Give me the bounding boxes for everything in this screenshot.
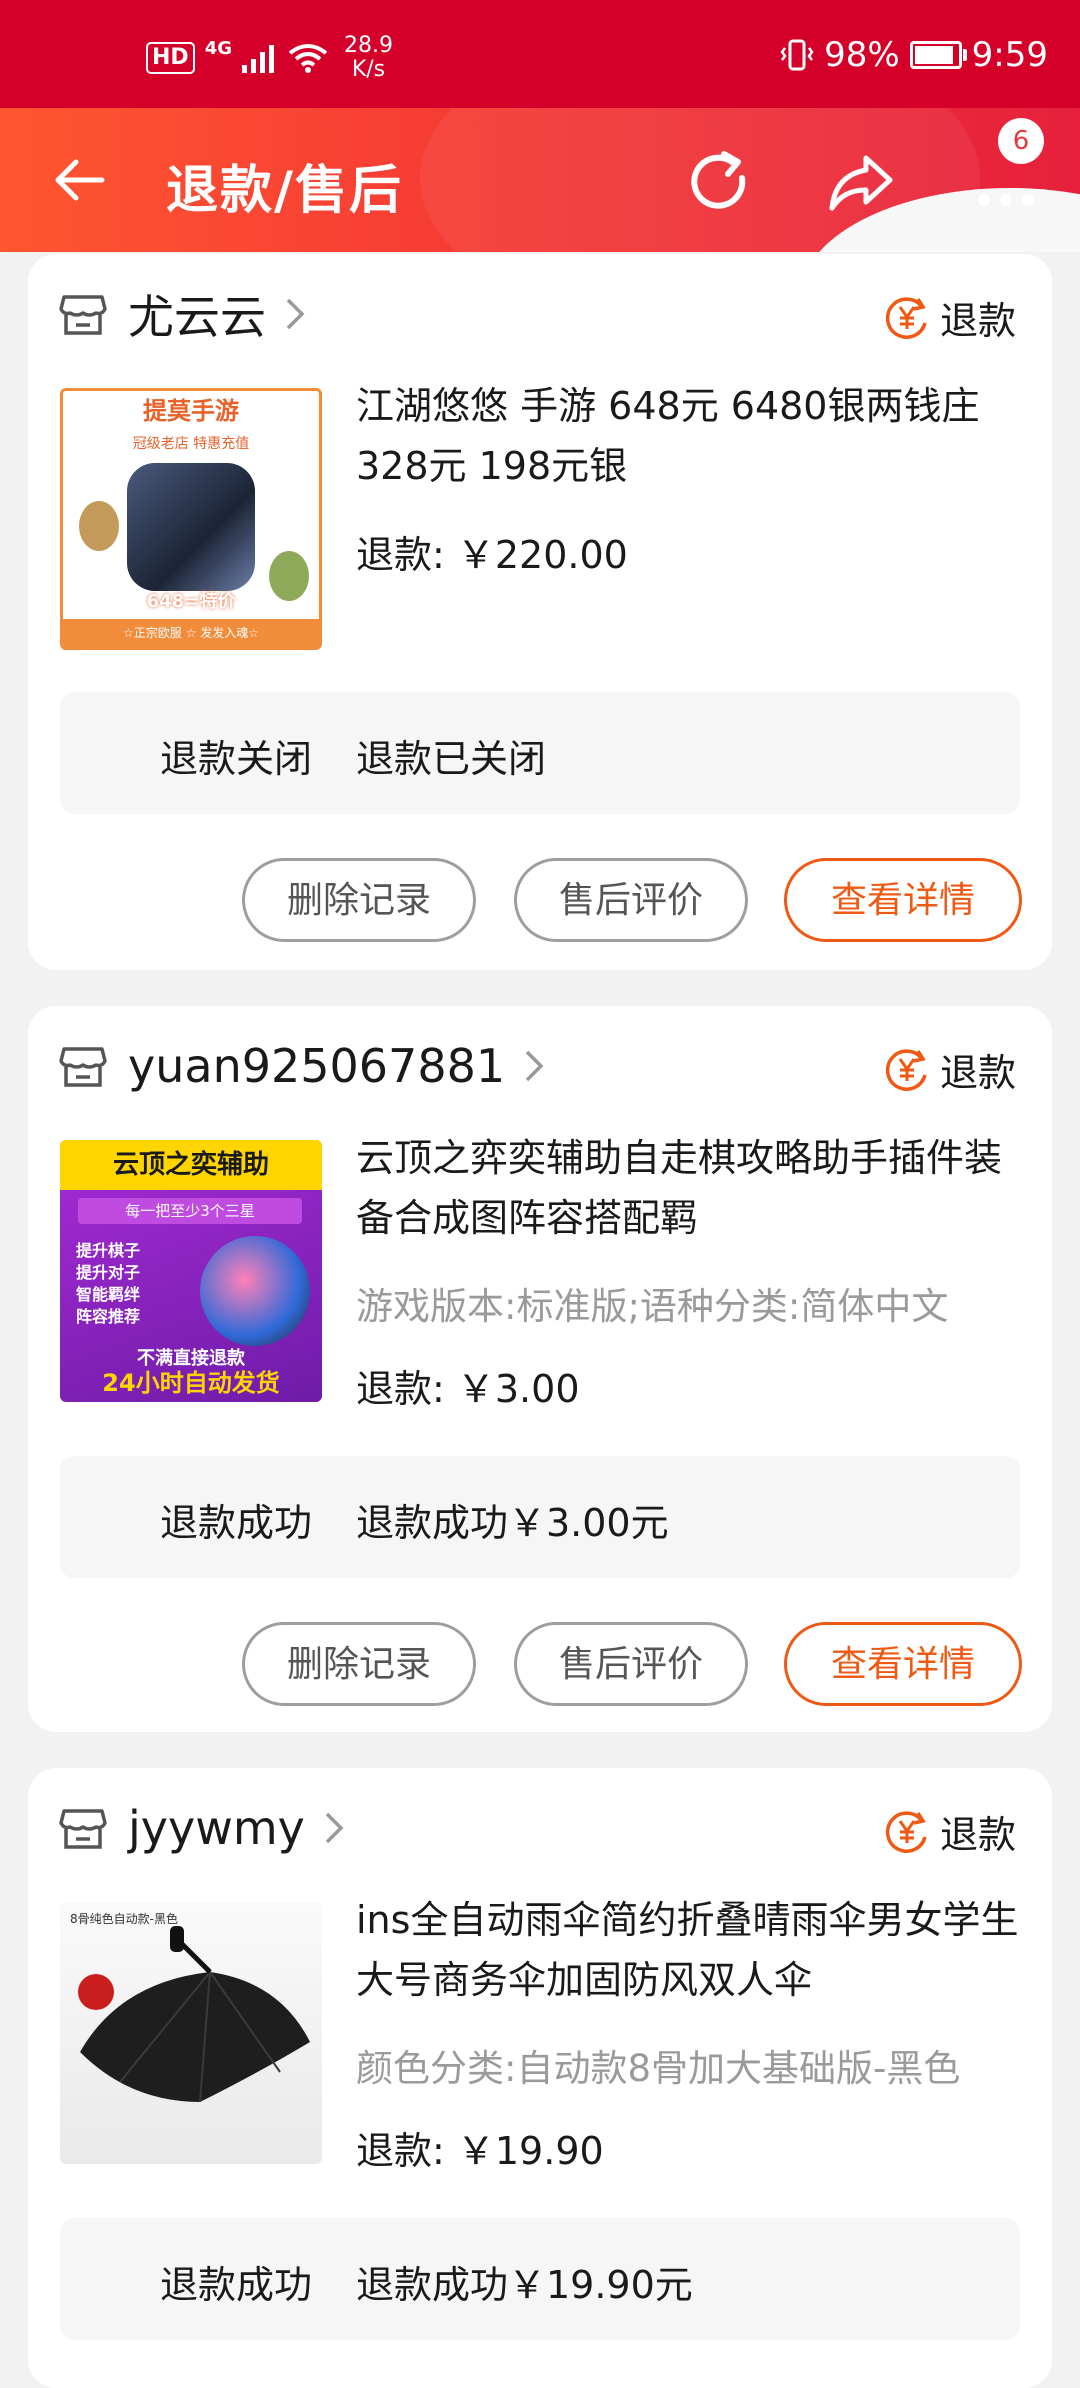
refund-info-box: 退款成功 退款成功￥3.00元: [60, 1456, 1020, 1578]
network-type: 4G: [204, 37, 232, 59]
shop-icon: [59, 1809, 107, 1849]
umbrella-illustration: [78, 1926, 310, 2103]
battery-percent: 98%: [824, 35, 900, 75]
delete-record-button[interactable]: 删除记录: [242, 858, 476, 942]
refund-amount: 退款: ￥19.90: [356, 2129, 604, 2173]
character-left: [79, 501, 119, 551]
shop-icon: [59, 295, 107, 335]
shop-link[interactable]: 尤云云: [58, 284, 308, 344]
vibrate-icon: [780, 39, 814, 71]
signal-icon: [242, 45, 274, 73]
thumb-feature: 提升对子: [76, 1263, 141, 1282]
character-illustration: [200, 1236, 310, 1346]
refund-yen-icon: [885, 1810, 927, 1853]
refund-status-label: 退款: [939, 299, 1016, 343]
thumb-feature: 提升棋子: [76, 1241, 141, 1260]
chevron-right-icon: [525, 1050, 544, 1082]
refund-info-box: 退款关闭 退款已关闭: [60, 692, 1020, 814]
chevron-right-icon: [325, 1812, 344, 1844]
shop-name: yuan925067881: [128, 1039, 506, 1093]
speed-value: 28.9: [344, 33, 393, 58]
battery-icon: [909, 41, 967, 69]
shop-link[interactable]: yuan925067881: [58, 1036, 547, 1096]
speed-unit: K/s: [351, 57, 386, 82]
product-thumbnail[interactable]: 8骨纯色自动款-黑色: [60, 1902, 322, 2164]
product-title[interactable]: 江湖悠悠 手游 648元 6480银两钱庄328元 198元银: [356, 376, 1036, 496]
product-variant: 游戏版本:标准版;语种分类:简体中文: [356, 1285, 949, 1328]
thumb-title: 云顶之奕辅助: [60, 1140, 322, 1190]
thumb-title: 提莫手游: [63, 391, 319, 427]
product-title[interactable]: 云顶之弈奕辅助自走棋攻略助手插件装备合成图阵容搭配羁: [356, 1128, 1036, 1248]
shop-name: jyywmy: [128, 1801, 305, 1855]
shop-link[interactable]: jyywmy: [58, 1798, 347, 1858]
after-sale-review-button[interactable]: 售后评价: [514, 1622, 748, 1706]
refund-status: 退款: [884, 1804, 1016, 1859]
refund-state-label: 退款成功: [160, 1501, 313, 1545]
refresh-icon[interactable]: [684, 148, 754, 218]
thumb-subtitle: 冠级老店 特惠充值: [132, 436, 250, 452]
refund-state-value: 退款已关闭: [356, 737, 547, 781]
refund-status-label: 退款: [939, 1051, 1016, 1095]
refund-info-box: 退款成功 退款成功￥19.90元: [60, 2218, 1020, 2340]
hd-indicator: HD: [146, 42, 195, 74]
game-app-icon: [127, 463, 255, 591]
notification-badge: 6: [998, 118, 1044, 164]
refund-yen-icon: [885, 1048, 927, 1091]
shop-name: 尤云云: [128, 290, 266, 344]
chevron-right-icon: [286, 298, 305, 330]
header-bar: 退款/售后 6: [0, 108, 1080, 252]
order-card: 尤云云 退款 提莫手游 冠级老店 特惠充值 648=特价 ☆正宗欧服 ☆ 发发入…: [28, 254, 1052, 970]
refund-amount: 退款: ￥220.00: [356, 533, 628, 577]
clock: 9:59: [971, 35, 1048, 75]
thumb-price: 648=特价: [146, 591, 236, 612]
product-thumbnail[interactable]: 云顶之奕辅助 每一把至少3个三星 提升棋子 提升对子 智能羁绊 阵容推荐 不满直…: [60, 1140, 322, 1402]
page-title: 退款/售后: [166, 161, 403, 221]
product-thumbnail[interactable]: 提莫手游 冠级老店 特惠充值 648=特价 ☆正宗欧服 ☆ 发发入魂☆: [60, 388, 322, 650]
share-icon[interactable]: [826, 148, 896, 218]
thumb-footer: ☆正宗欧服 ☆ 发发入魂☆: [63, 619, 319, 647]
thumb-feature: 智能羁绊: [76, 1285, 141, 1304]
thumb-subtitle: 每一把至少3个三星: [78, 1198, 302, 1224]
back-arrow-icon[interactable]: [52, 152, 108, 208]
refund-status: 退款: [884, 290, 1016, 345]
product-title[interactable]: ins全自动雨伞简约折叠晴雨伞男女学生大号商务伞加固防风双人伞: [356, 1890, 1036, 2010]
status-right: 98% 9:59: [780, 30, 1048, 80]
refund-amount: 退款: ￥3.00: [356, 1367, 580, 1411]
refund-state-value: 退款成功￥3.00元: [356, 1501, 669, 1545]
after-sale-review-button[interactable]: 售后评价: [514, 858, 748, 942]
refund-status-label: 退款: [939, 1813, 1016, 1857]
order-card: yuan925067881 退款 云顶之奕辅助 每一把至少3个三星 提升棋子 提…: [28, 1006, 1052, 1732]
status-left: HD 4G 28.9 K/s: [146, 34, 393, 82]
refund-state-label: 退款成功: [160, 2263, 313, 2307]
product-variant: 颜色分类:自动款8骨加大基础版-黑色: [356, 2047, 961, 2090]
refund-state-value: 退款成功￥19.90元: [356, 2263, 693, 2307]
wifi-icon: [288, 44, 328, 73]
refund-state-label: 退款关闭: [160, 737, 313, 781]
status-bar: HD 4G 28.9 K/s 98% 9:59: [0, 0, 1080, 108]
network-speed: 28.9 K/s: [344, 34, 393, 82]
thumb-feature-list: 提升棋子 提升对子 智能羁绊 阵容推荐: [76, 1240, 140, 1328]
refund-status: 退款: [884, 1042, 1016, 1097]
view-details-button[interactable]: 查看详情: [784, 1622, 1022, 1706]
delete-record-button[interactable]: 删除记录: [242, 1622, 476, 1706]
order-card: jyywmy 退款 8骨纯色自动款-黑色 ins全自动雨伞简约折叠晴雨伞男女学生…: [28, 1768, 1052, 2388]
shop-icon: [59, 1047, 107, 1087]
thumb-footer: 24小时自动发货: [102, 1369, 280, 1397]
refund-yen-icon: [885, 296, 927, 339]
thumb-feature: 阵容推荐: [76, 1307, 141, 1326]
view-details-button[interactable]: 查看详情: [784, 858, 1022, 942]
